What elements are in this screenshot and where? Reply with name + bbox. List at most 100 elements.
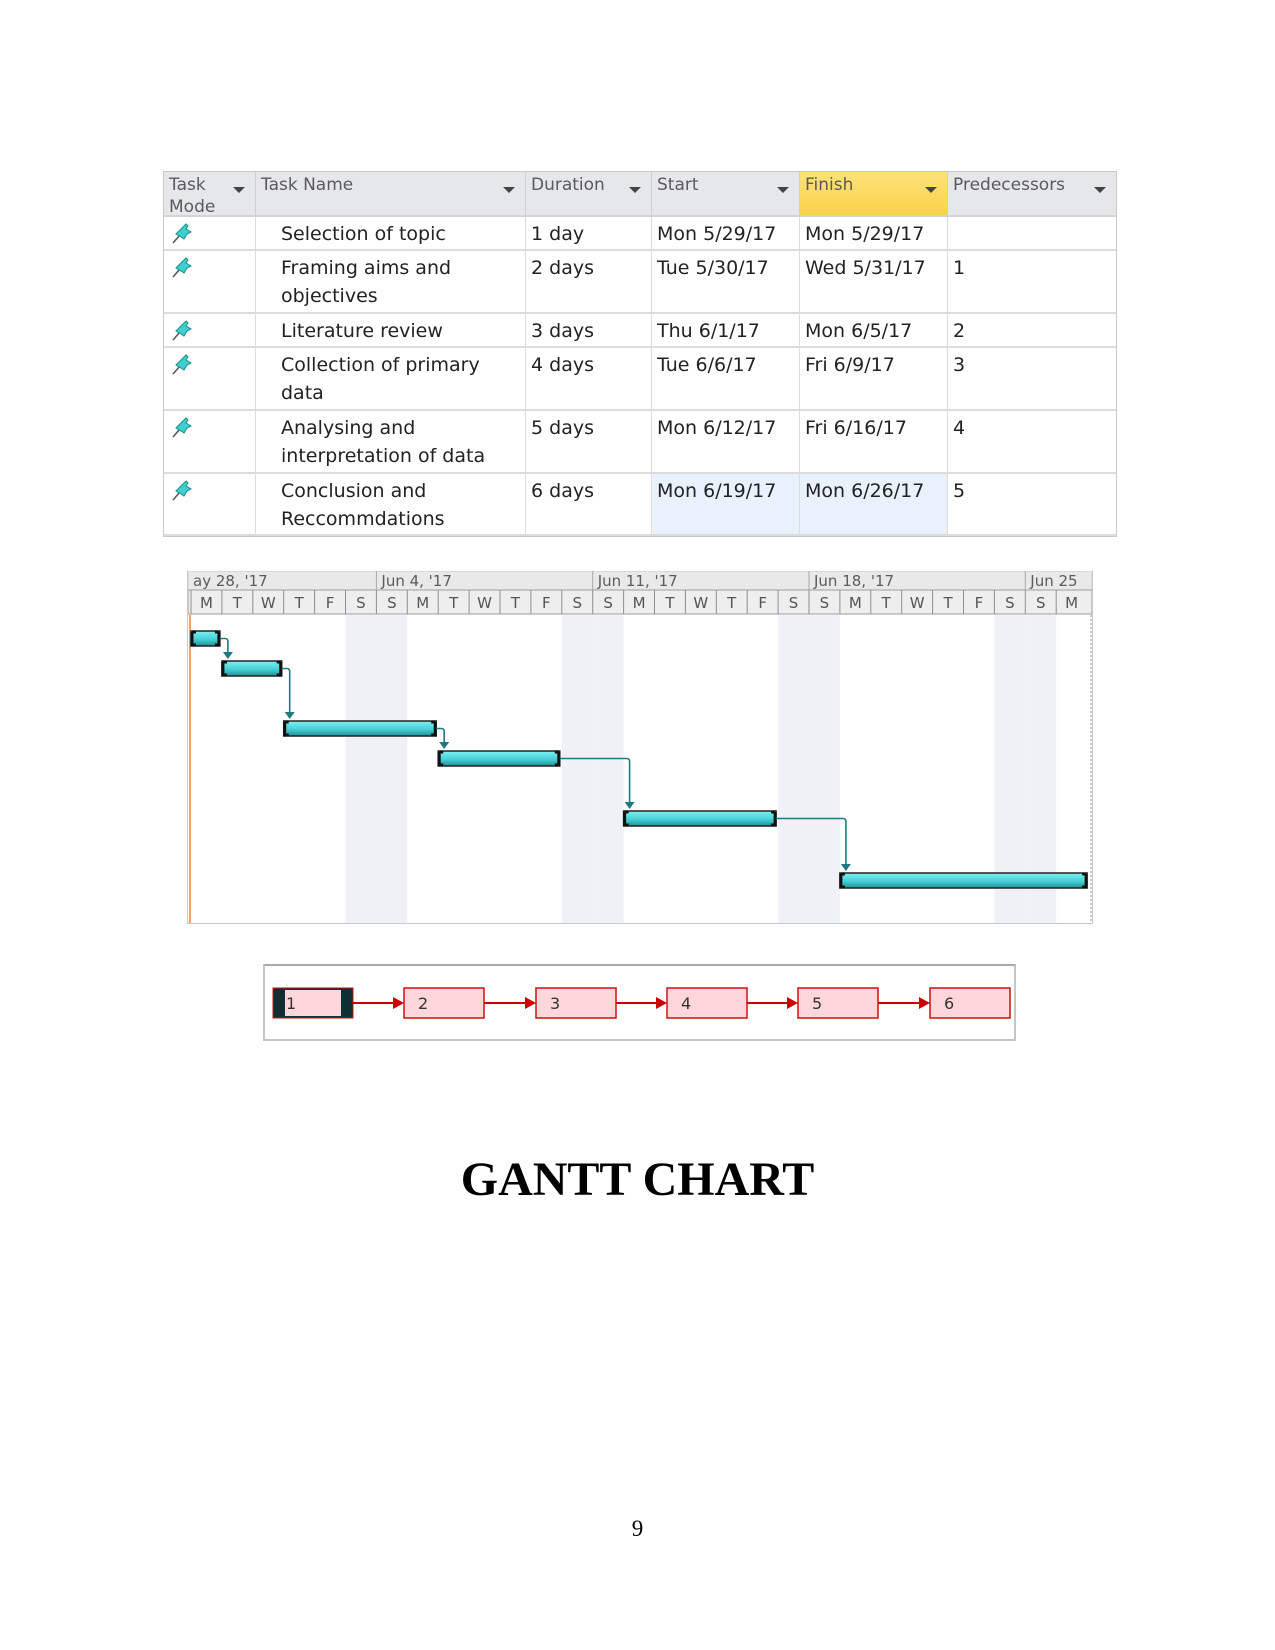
task-mode-cell[interactable] bbox=[164, 348, 256, 409]
day-label: T bbox=[664, 594, 675, 612]
task-name: Collection of primary data bbox=[281, 354, 480, 404]
finish-cell[interactable]: Wed 5/31/17 bbox=[800, 251, 948, 312]
network-node-label: 1 bbox=[286, 994, 296, 1013]
pin-icon bbox=[172, 354, 193, 375]
task-mode-cell[interactable] bbox=[164, 314, 256, 346]
day-label: S bbox=[387, 594, 397, 612]
dropdown-arrow-icon[interactable] bbox=[629, 187, 641, 193]
dependency-link bbox=[281, 667, 291, 713]
duration-cell[interactable]: 2 days bbox=[526, 251, 652, 312]
predecessors-cell[interactable]: 4 bbox=[948, 411, 1116, 472]
header-label: Task Name bbox=[261, 175, 354, 195]
task-name-cell[interactable]: Analysing and interpretation of data bbox=[256, 411, 526, 472]
week-label: Jun 11, '17 bbox=[597, 572, 678, 590]
start-cell[interactable]: Tue 5/30/17 bbox=[652, 251, 800, 312]
finish-cell[interactable]: Mon 6/26/17 bbox=[800, 474, 948, 534]
day-label: T bbox=[942, 594, 953, 612]
link-arrowhead-icon bbox=[222, 652, 233, 659]
finish-cell[interactable]: Fri 6/9/17 bbox=[800, 348, 948, 409]
predecessors-cell[interactable] bbox=[948, 217, 1116, 249]
header-task-name[interactable]: Task Name bbox=[256, 172, 526, 215]
network-node[interactable] bbox=[666, 987, 748, 1019]
task-mode-cell[interactable] bbox=[164, 217, 256, 249]
weekend-band bbox=[345, 615, 377, 923]
task-name-cell[interactable]: Framing aims and objectives bbox=[256, 251, 526, 312]
day-label: T bbox=[881, 594, 892, 612]
start-cell[interactable]: Mon 6/12/17 bbox=[652, 411, 800, 472]
table-row[interactable]: Analysing and interpretation of data 5 da… bbox=[164, 411, 1116, 474]
finish-cell[interactable]: Fri 6/16/17 bbox=[800, 411, 948, 472]
gantt-chart: ay 28, '17 Jun 4, '17 Jun 11, '17 Jun 18, '… bbox=[187, 571, 1093, 924]
table-row[interactable]: Framing aims and objectives 2 days Tue 5/3… bbox=[164, 251, 1116, 314]
task-bar[interactable] bbox=[839, 872, 1088, 889]
header-label: Task Mode bbox=[169, 175, 216, 217]
day-label: M bbox=[849, 594, 862, 612]
pin-icon bbox=[172, 417, 193, 438]
duration-cell[interactable]: 3 days bbox=[526, 314, 652, 346]
duration-cell[interactable]: 6 days bbox=[526, 474, 652, 534]
day-label: S bbox=[572, 594, 582, 612]
task-name-cell[interactable]: Collection of primary data bbox=[256, 348, 526, 409]
week-label: Jun 4, '17 bbox=[380, 572, 452, 590]
predecessors-cell[interactable]: 2 bbox=[948, 314, 1116, 346]
start-cell[interactable]: Mon 6/19/17 bbox=[652, 474, 800, 534]
task-name-cell[interactable]: Conclusion and Reccommdations bbox=[256, 474, 526, 534]
pin-icon bbox=[172, 223, 193, 244]
network-node[interactable] bbox=[535, 987, 617, 1019]
duration-cell[interactable]: 1 day bbox=[526, 217, 652, 249]
table-row[interactable]: Conclusion and Reccommdations 6 days Mon 6… bbox=[164, 474, 1116, 536]
finish-cell[interactable]: Mon 6/5/17 bbox=[800, 314, 948, 346]
day-label: M bbox=[1065, 594, 1078, 612]
dropdown-arrow-icon[interactable] bbox=[1094, 187, 1106, 193]
weekend-band bbox=[778, 615, 809, 923]
dropdown-arrow-icon[interactable] bbox=[777, 187, 789, 193]
start-cell[interactable]: Tue 6/6/17 bbox=[652, 348, 800, 409]
task-name-cell[interactable]: Literature review bbox=[256, 314, 526, 346]
header-task-mode[interactable]: Task Mode bbox=[164, 172, 256, 217]
dependency-link bbox=[219, 637, 229, 653]
pin-icon bbox=[172, 257, 193, 278]
task-name: Analysing and interpretation of data bbox=[281, 417, 486, 467]
task-mode-cell[interactable] bbox=[164, 474, 256, 534]
arrowhead-icon bbox=[919, 997, 930, 1009]
day-label: S bbox=[603, 594, 613, 612]
header-duration[interactable]: Duration bbox=[526, 172, 652, 215]
table-row[interactable]: Collection of primary data 4 days Tue 6/6/… bbox=[164, 348, 1116, 411]
dropdown-arrow-icon[interactable] bbox=[925, 187, 937, 193]
start-cell[interactable]: Thu 6/1/17 bbox=[652, 314, 800, 346]
task-bar[interactable] bbox=[282, 720, 437, 737]
start-cell[interactable]: Mon 5/29/17 bbox=[652, 217, 800, 249]
table-row[interactable]: Selection of topic 1 day Mon 5/29/17 Mon 5/… bbox=[164, 217, 1116, 251]
dropdown-arrow-icon[interactable] bbox=[233, 187, 245, 193]
day-label: T bbox=[294, 594, 305, 612]
day-label: M bbox=[416, 594, 429, 612]
network-node[interactable] bbox=[797, 987, 879, 1019]
header-predecessors[interactable]: Predecessors bbox=[948, 172, 1116, 215]
task-bar[interactable] bbox=[437, 750, 561, 767]
task-bar[interactable] bbox=[221, 660, 283, 677]
table-row[interactable]: Literature review 3 days Thu 6/1/17 Mon 6/5… bbox=[164, 314, 1116, 348]
header-start[interactable]: Start bbox=[652, 172, 800, 215]
day-label: M bbox=[200, 594, 213, 612]
day-label: F bbox=[975, 594, 984, 612]
task-mode-cell[interactable] bbox=[164, 411, 256, 472]
predecessors-cell[interactable]: 1 bbox=[948, 251, 1116, 312]
header-finish[interactable]: Finish bbox=[800, 172, 948, 215]
week-label: Jun 18, '17 bbox=[813, 572, 894, 590]
network-node[interactable] bbox=[929, 987, 1011, 1019]
day-label: T bbox=[448, 594, 459, 612]
task-name-cell[interactable]: Selection of topic bbox=[256, 217, 526, 249]
day-label: S bbox=[1036, 594, 1046, 612]
predecessors-cell[interactable]: 5 bbox=[948, 474, 1116, 534]
network-node[interactable] bbox=[403, 987, 485, 1019]
task-mode-cell[interactable] bbox=[164, 251, 256, 312]
duration-cell[interactable]: 4 days bbox=[526, 348, 652, 409]
dropdown-arrow-icon[interactable] bbox=[503, 187, 515, 193]
duration-cell[interactable]: 5 days bbox=[526, 411, 652, 472]
predecessors-cell[interactable]: 3 bbox=[948, 348, 1116, 409]
finish-cell[interactable]: Mon 5/29/17 bbox=[800, 217, 948, 249]
network-node-label: 4 bbox=[681, 994, 691, 1013]
table-body: Selection of topic 1 day Mon 5/29/17 Mon 5/… bbox=[164, 217, 1116, 536]
task-name: Conclusion and Reccommdations bbox=[281, 480, 445, 530]
task-bar[interactable] bbox=[622, 810, 777, 827]
